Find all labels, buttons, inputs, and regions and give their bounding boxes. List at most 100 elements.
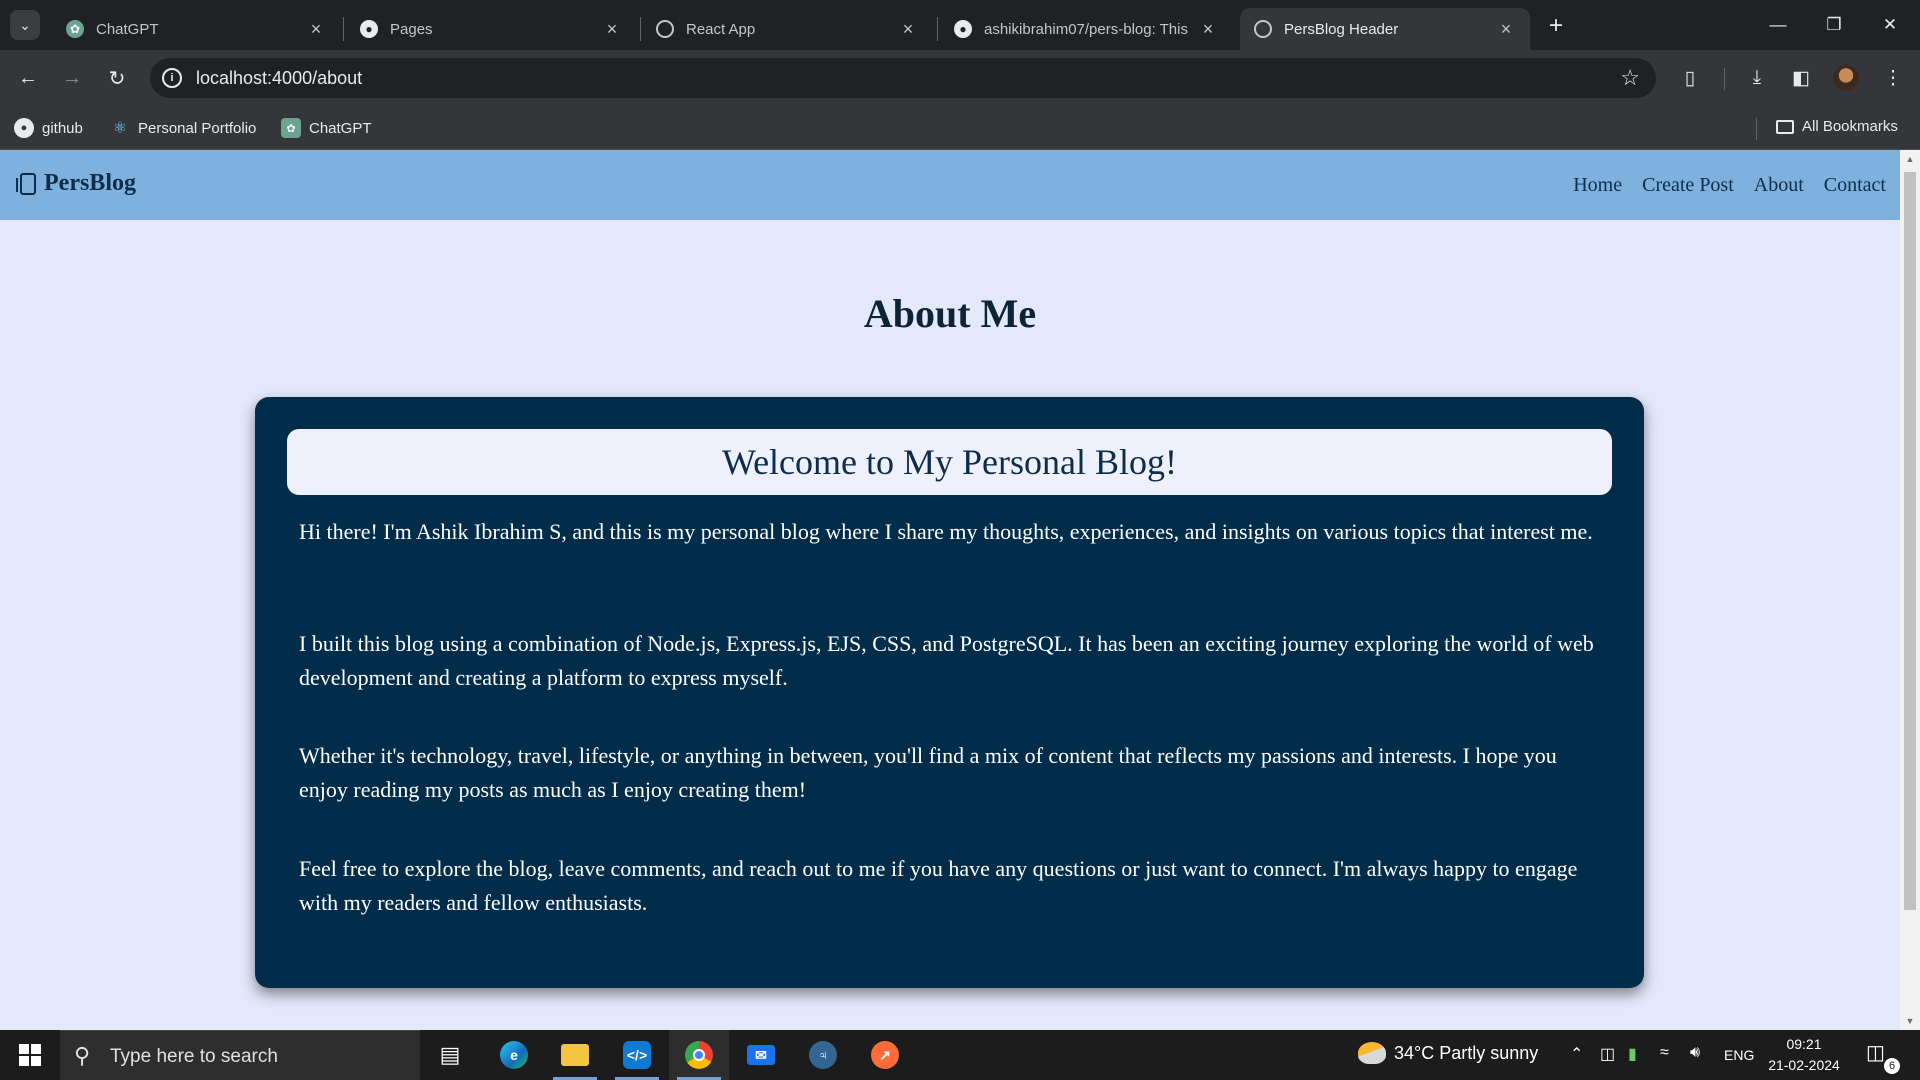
about-paragraph: Hi there! I'm Ashik Ibrahim S, and this …	[299, 519, 1593, 544]
all-bookmarks-label: All Bookmarks	[1802, 118, 1898, 135]
tab-pages[interactable]: ● Pages ×	[346, 8, 636, 50]
side-panel-icon[interactable]: ◧	[1787, 64, 1815, 92]
nav-link-home[interactable]: Home	[1573, 174, 1622, 197]
scroll-thumb[interactable]	[1904, 172, 1916, 910]
bookmark-label: Personal Portfolio	[138, 119, 257, 137]
minimize-icon: —	[1769, 15, 1787, 34]
site-brand[interactable]: PersBlog	[16, 170, 136, 197]
mail-icon: ✉	[747, 1045, 775, 1065]
back-button[interactable]: ←	[14, 64, 42, 92]
postman-icon: ↗	[871, 1041, 899, 1069]
tab-title: Pages	[390, 20, 433, 38]
clock-time: 09:21	[1786, 1036, 1822, 1052]
nav-link-create-post[interactable]: Create Post	[1642, 174, 1734, 197]
tab-title: React App	[686, 20, 756, 38]
tab-search-button[interactable]: ⌄	[10, 10, 40, 40]
tab-title: ashikibrahim07/pers-blog: This	[984, 20, 1188, 38]
close-icon[interactable]: ×	[1496, 19, 1516, 40]
bookmark-star-icon[interactable]: ☆	[1620, 65, 1640, 91]
arrow-left-icon: ←	[18, 66, 38, 89]
windows-taskbar: ⚲ Type here to search ▤ e </> ✉ ♃ ↗ 34°C…	[0, 1030, 1920, 1080]
new-tab-button[interactable]: +	[1542, 12, 1570, 40]
close-window-button[interactable]: ✕	[1862, 0, 1918, 50]
taskbar-file-explorer[interactable]	[545, 1030, 605, 1080]
about-paragraph: Whether it's technology, travel, lifesty…	[299, 743, 1557, 802]
taskbar-mail[interactable]: ✉	[731, 1030, 791, 1080]
about-paragraph: I built this blog using a combination of…	[299, 631, 1594, 690]
wifi-icon[interactable]: ≈	[1660, 1044, 1669, 1062]
nav-link-about[interactable]: About	[1754, 174, 1804, 197]
bookmark-divider	[1756, 118, 1757, 140]
all-bookmarks-button[interactable]: All Bookmarks	[1776, 118, 1898, 135]
scroll-down-icon[interactable]: ▼	[1905, 1016, 1915, 1026]
extensions-icon[interactable]: ▯	[1676, 64, 1704, 92]
reload-icon: ↻	[108, 67, 126, 90]
download-icon[interactable]: ⤓	[1743, 64, 1771, 92]
device-icon[interactable]: ◫	[1600, 1044, 1615, 1064]
chevron-up-icon[interactable]: ⌃	[1570, 1044, 1583, 1064]
notification-center-button[interactable]: ◫ 6	[1866, 1040, 1900, 1074]
partly-sunny-icon	[1358, 1042, 1386, 1064]
toolbar-divider	[1724, 68, 1725, 90]
folder-icon	[561, 1044, 589, 1066]
chat-bubble-icon: ◫	[1866, 1042, 1885, 1064]
bookmark-chatgpt[interactable]: ✿ ChatGPT	[281, 118, 372, 138]
bookmark-personal-portfolio[interactable]: ⚛ Personal Portfolio	[110, 118, 257, 138]
taskbar-pgadmin[interactable]: ♃	[793, 1030, 853, 1080]
github-icon: ●	[954, 20, 972, 38]
folder-icon	[1776, 119, 1794, 134]
start-button[interactable]	[0, 1030, 60, 1080]
chatgpt-icon: ✿	[281, 118, 301, 138]
globe-icon	[1254, 20, 1272, 38]
taskbar-search[interactable]: ⚲ Type here to search	[60, 1030, 420, 1080]
tab-divider	[343, 17, 344, 41]
tab-title: PersBlog Header	[1284, 20, 1399, 38]
volume-icon[interactable]: 🔊︎	[1690, 1044, 1700, 1062]
battery-icon[interactable]: ▮	[1628, 1044, 1637, 1064]
task-view-icon: ▤	[439, 1042, 461, 1067]
clock[interactable]: 09:21 21-02-2024	[1768, 1034, 1840, 1076]
url-text[interactable]: localhost:4000/about	[196, 68, 362, 89]
bookmark-github[interactable]: ● github	[14, 118, 83, 138]
close-icon[interactable]: ×	[306, 19, 326, 40]
site-info-icon[interactable]: i	[162, 68, 182, 88]
page-viewport: PersBlog Home Create Post About Contact …	[0, 150, 1900, 1030]
close-icon[interactable]: ×	[602, 19, 622, 40]
nav-link-contact[interactable]: Contact	[1824, 174, 1886, 197]
close-icon[interactable]: ×	[1198, 19, 1218, 40]
page-title: About Me	[863, 291, 1037, 336]
restore-button[interactable]: ❐	[1806, 0, 1862, 50]
scroll-up-icon[interactable]: ▲	[1905, 154, 1915, 164]
more-menu-icon[interactable]: ⋮	[1879, 64, 1907, 92]
github-icon: ●	[14, 118, 34, 138]
card-title: Welcome to My Personal Blog!	[287, 429, 1612, 495]
tab-chatgpt[interactable]: ✿ ChatGPT ×	[52, 8, 340, 50]
taskbar-edge[interactable]: e	[484, 1030, 544, 1080]
close-icon[interactable]: ×	[898, 19, 918, 40]
weather-widget[interactable]: 34°C Partly sunny	[1358, 1042, 1538, 1064]
tab-github-repo[interactable]: ● ashikibrahim07/pers-blog: This ×	[940, 8, 1232, 50]
task-view-button[interactable]: ▤	[420, 1030, 480, 1080]
chatgpt-icon: ✿	[66, 20, 84, 38]
plus-icon: +	[1548, 12, 1563, 39]
page-scrollbar[interactable]: ▲ ▼	[1900, 150, 1920, 1030]
profile-avatar[interactable]	[1833, 65, 1859, 91]
address-bar[interactable]: i localhost:4000/about ☆	[150, 58, 1656, 98]
search-icon: ⚲	[74, 1043, 91, 1068]
forward-button[interactable]: →	[58, 64, 86, 92]
react-icon: ⚛	[112, 120, 128, 137]
bookmarks-bar: ● github ⚛ Personal Portfolio ✿ ChatGPT …	[0, 106, 1920, 150]
close-icon: ✕	[1882, 15, 1898, 34]
browser-toolbar: ← → ↻ i localhost:4000/about ☆ ▯ ⤓ ◧ ⋮	[0, 50, 1920, 106]
taskbar-postman[interactable]: ↗	[855, 1030, 915, 1080]
reload-button[interactable]: ↻	[103, 64, 131, 92]
tab-react-app[interactable]: React App ×	[642, 8, 932, 50]
taskbar-chrome[interactable]	[669, 1030, 729, 1080]
about-card: Welcome to My Personal Blog! Hi there! I…	[255, 397, 1644, 988]
taskbar-vscode[interactable]: </>	[607, 1030, 667, 1080]
minimize-button[interactable]: —	[1750, 0, 1806, 50]
language-indicator[interactable]: ENG	[1724, 1047, 1754, 1063]
tab-persblog-header[interactable]: PersBlog Header ×	[1240, 8, 1530, 50]
notification-badge: 6	[1884, 1058, 1900, 1074]
brand-name: PersBlog	[44, 170, 136, 196]
